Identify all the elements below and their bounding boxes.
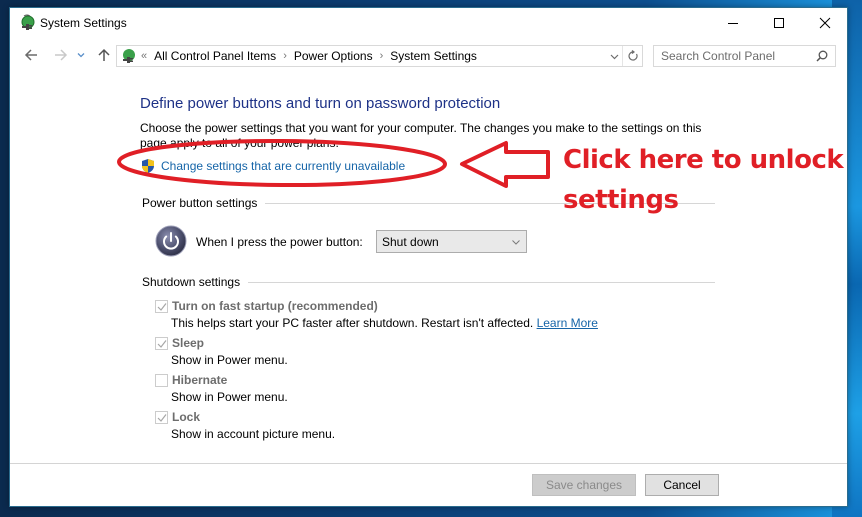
breadcrumb-system-settings[interactable]: System Settings [390,49,477,63]
minimize-button[interactable] [710,8,756,38]
hibernate-checkbox[interactable] [155,374,168,387]
save-changes-button[interactable]: Save changes [532,474,636,496]
option-description: Show in Power menu. [171,353,288,367]
maximize-button[interactable] [756,8,802,38]
content-area: Define power buttons and turn on passwor… [10,74,847,463]
option-title: Hibernate [172,373,228,387]
address-bar[interactable]: « All Control Panel Items › Power Option… [116,45,643,67]
change-unavailable-settings-link[interactable]: Change settings that are currently unava… [140,158,405,174]
group-label: Power button settings [142,196,258,210]
fast-startup-checkbox[interactable] [155,300,168,313]
arrow-up-icon [98,48,110,61]
recent-locations-button[interactable] [75,46,87,64]
maximize-icon [774,18,784,28]
breadcrumb-all-control-panel-items[interactable]: All Control Panel Items [154,49,276,63]
forward-button[interactable] [52,46,70,64]
footer-divider [10,463,847,464]
chevron-down-icon [512,240,520,245]
lock-checkbox[interactable] [155,411,168,424]
cancel-button[interactable]: Cancel [645,474,719,496]
group-divider [248,281,716,283]
breadcrumb-separator[interactable]: › [380,50,384,62]
shutdown-settings-group: Shutdown settings [142,275,716,289]
up-button[interactable] [95,46,113,64]
power-button-action-value: Shut down [382,235,439,249]
system-settings-window: System Settings « All Control Panel Item… [9,7,848,507]
breadcrumb-overflow[interactable]: « [141,50,147,62]
breadcrumb: « All Control Panel Items › Power Option… [141,49,477,63]
chevron-down-icon [77,53,85,58]
option-description: This helps start your PC faster after sh… [171,316,598,330]
uac-shield-icon [142,159,154,173]
power-button-action-select[interactable]: Shut down [376,230,527,253]
option-description: Show in Power menu. [171,390,288,404]
window-title: System Settings [40,16,127,30]
change-unavailable-settings-label[interactable]: Change settings that are currently unava… [161,159,405,173]
close-icon [819,17,831,29]
address-history-button[interactable] [606,46,622,66]
power-options-app-icon [21,14,35,30]
checkmark-icon [157,303,167,311]
breadcrumb-separator[interactable]: › [283,50,287,62]
option-title: Lock [172,410,201,424]
search-box[interactable] [653,45,836,67]
power-button-action-label: When I press the power button: [196,235,363,249]
refresh-button[interactable] [622,46,642,66]
close-button[interactable] [802,8,848,38]
search-input[interactable] [654,46,804,66]
checkmark-icon [157,414,167,422]
option-title: Sleep [172,336,205,350]
minimize-icon [728,23,738,24]
annotation-line-1: Click here to unlock [563,145,844,175]
checkmark-icon [157,340,167,348]
refresh-icon [627,50,638,61]
page-heading: Define power buttons and turn on passwor… [140,95,501,112]
search-icon[interactable] [815,49,829,63]
arrow-left-icon [24,49,37,61]
learn-more-link[interactable]: Learn More [537,316,598,330]
option-description: Show in account picture menu. [171,427,336,441]
power-button-icon [155,225,187,257]
arrow-right-icon [55,49,68,61]
option-title: Turn on fast startup (recommended) [172,299,378,313]
sleep-checkbox[interactable] [155,337,168,350]
annotation-text: Click here to unlock settings [563,140,844,220]
group-label: Shutdown settings [142,275,241,289]
annotation-line-2: settings [563,185,679,215]
title-bar: System Settings [10,8,847,38]
breadcrumb-power-options[interactable]: Power Options [294,49,373,63]
back-button[interactable] [22,46,40,64]
navigation-bar: « All Control Panel Items › Power Option… [10,42,847,70]
control-panel-icon [123,49,135,63]
option-description-text: This helps start your PC faster after sh… [171,316,534,330]
chevron-down-icon [610,54,618,59]
